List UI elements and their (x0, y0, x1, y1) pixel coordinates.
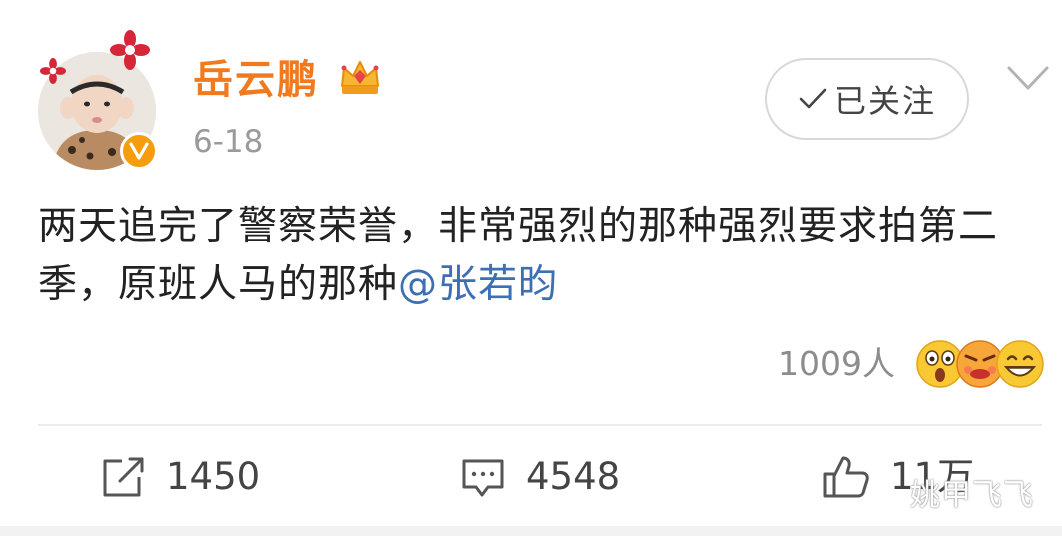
bottom-separator (0, 526, 1062, 536)
reaction-count[interactable]: 1009人 (778, 344, 895, 384)
grinning-emoji-icon[interactable] (994, 338, 1046, 390)
repost-button[interactable]: 1450 (100, 452, 260, 502)
weibo-post-card: 岳云鹏 6-18 已关注 两天追完了警察荣誉，非常强烈的那种强烈要求拍第二季，原… (0, 0, 1062, 536)
thumbs-up-icon (823, 456, 869, 498)
follow-button-label: 已关注 (833, 82, 936, 120)
flower-sticker-icon (110, 30, 150, 70)
comment-button[interactable]: 4548 (460, 452, 620, 502)
follow-button[interactable]: 已关注 (765, 58, 969, 140)
watermark: 姚甲飞飞 (910, 478, 1034, 513)
post-text: 两天追完了警察荣誉，非常强烈的那种强烈要求拍第二季，原班人马的那种@张若昀 (38, 198, 1038, 314)
divider (38, 424, 1042, 426)
flower-sticker-icon (40, 58, 66, 84)
comment-icon (462, 459, 504, 497)
post-time: 6-18 (193, 124, 264, 160)
avatar[interactable] (38, 30, 158, 170)
repost-count: 1450 (166, 455, 261, 498)
author-name[interactable]: 岳云鹏 (193, 58, 319, 102)
mention-link[interactable]: @张若昀 (398, 262, 558, 307)
chevron-down-icon[interactable] (1005, 62, 1051, 96)
verified-badge-icon (120, 132, 158, 170)
comment-count: 4548 (526, 455, 621, 498)
crown-icon (341, 61, 379, 94)
checkmark-icon (799, 88, 827, 109)
repost-icon (103, 457, 144, 497)
